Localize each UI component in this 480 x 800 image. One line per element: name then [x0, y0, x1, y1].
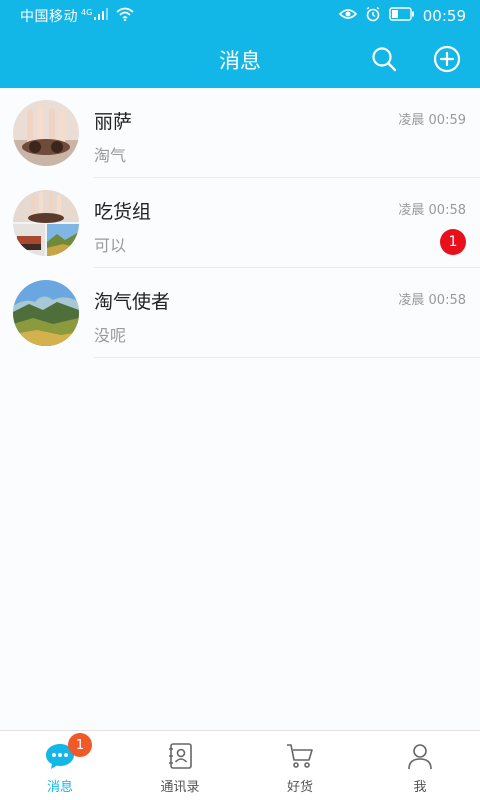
- group-avatar: [13, 190, 79, 256]
- avatar: [13, 280, 79, 346]
- search-icon: [371, 46, 397, 76]
- conversation-time: 凌晨 00:58: [398, 203, 466, 218]
- conversation-time: 凌晨 00:58: [398, 293, 466, 308]
- wifi-icon: [116, 7, 134, 25]
- battery-icon: [389, 7, 415, 25]
- signal-icon: [94, 8, 110, 24]
- tab-label: 消息: [46, 780, 73, 795]
- tab-contacts[interactable]: 通讯录: [120, 731, 240, 800]
- conversation-item[interactable]: 吃货组 可以 凌晨 00:58 1: [0, 178, 480, 268]
- status-bar: 中国移动 4G 00:59: [0, 0, 480, 32]
- tab-label: 好货: [286, 780, 313, 795]
- app-header: 消息: [0, 32, 480, 88]
- shopping-cart-icon: [285, 741, 315, 771]
- bottom-tab-bar: 消息 1 通讯录 好货 我: [0, 730, 480, 800]
- network-type-label: 4G: [81, 7, 93, 17]
- carrier-label: 中国移动: [20, 9, 78, 25]
- add-button[interactable]: [432, 45, 462, 77]
- conversation-last-message: 可以: [94, 236, 127, 255]
- tab-messages[interactable]: 消息 1: [0, 731, 120, 800]
- person-icon: [405, 741, 435, 771]
- tab-unread-badge: 1: [68, 733, 92, 757]
- contacts-book-icon: [165, 741, 195, 771]
- eye-icon: [338, 7, 357, 25]
- conversation-last-message: 没呢: [94, 326, 127, 345]
- status-bar-left: 中国移动 4G: [20, 6, 134, 26]
- tab-label: 我: [413, 780, 427, 795]
- conversation-last-message: 淘气: [94, 146, 127, 165]
- unread-badge: 1: [440, 229, 466, 255]
- divider: [94, 357, 480, 358]
- conversation-list: 丽萨 淘气 凌晨 00:59 吃货组 可以 凌晨 00:58 1 淘气使者 没呢…: [0, 88, 480, 358]
- conversation-name: 吃货组: [94, 201, 152, 223]
- conversation-name: 丽萨: [94, 111, 133, 133]
- page-title: 消息: [219, 49, 261, 73]
- avatar: [13, 100, 79, 166]
- conversation-item[interactable]: 淘气使者 没呢 凌晨 00:58: [0, 268, 480, 358]
- tab-goods[interactable]: 好货: [240, 731, 360, 800]
- tab-label: 通讯录: [160, 780, 200, 795]
- search-button[interactable]: [369, 46, 399, 76]
- tab-me[interactable]: 我: [360, 731, 480, 800]
- conversation-time: 凌晨 00:59: [398, 113, 466, 128]
- status-bar-right: 00:59: [338, 6, 466, 26]
- alarm-icon: [365, 6, 381, 26]
- conversation-name: 淘气使者: [94, 291, 171, 313]
- conversation-item[interactable]: 丽萨 淘气 凌晨 00:59: [0, 88, 480, 178]
- clock-time: 00:59: [422, 7, 466, 25]
- add-circle-icon: [433, 45, 461, 77]
